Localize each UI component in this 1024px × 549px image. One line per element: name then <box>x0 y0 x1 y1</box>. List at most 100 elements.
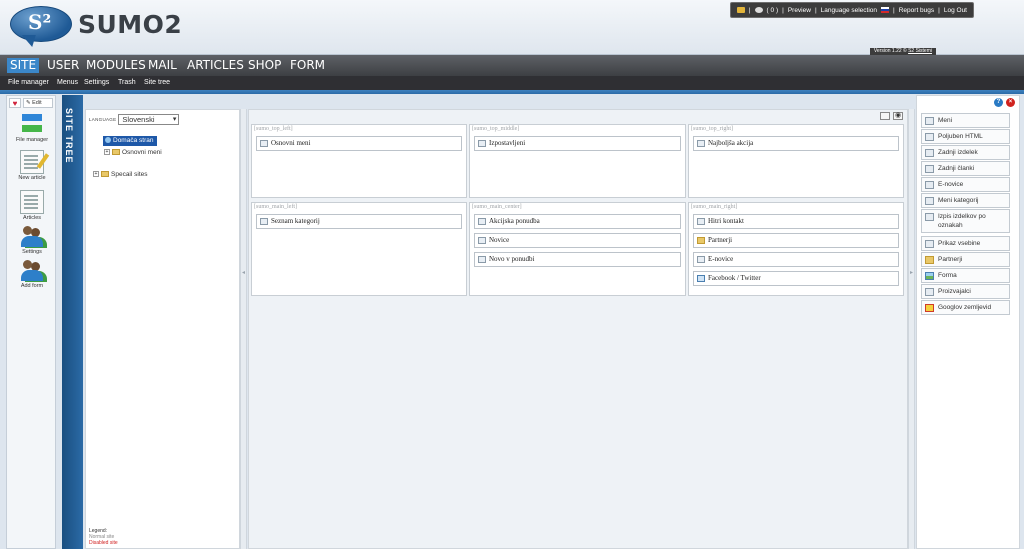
partners-icon <box>925 256 934 264</box>
region-main-center: [sumo_main_center] Akcijska ponudba Novi… <box>469 202 686 296</box>
module-item[interactable]: E-novice <box>693 252 899 267</box>
report-bugs-link[interactable]: Report bugs <box>899 7 934 14</box>
preview-link[interactable]: Preview <box>788 7 811 14</box>
region-top-middle: [sumo_top_middle] Izpostavljeni <box>469 124 686 198</box>
palette-item-label: Zadnji članki <box>938 165 975 172</box>
nav-mail[interactable]: MAIL <box>145 58 180 73</box>
file-manager-tool[interactable]: File manager <box>9 112 55 143</box>
tree-node-home[interactable]: Domača stran <box>103 136 158 146</box>
module-item[interactable]: Seznam kategorij <box>256 214 462 229</box>
close-icon[interactable]: × <box>1006 98 1015 107</box>
module-item[interactable]: Novo v ponudbi <box>474 252 681 267</box>
palette-item[interactable]: Forma <box>921 268 1010 283</box>
module-item[interactable]: Hitri kontakt <box>693 214 899 229</box>
collapse-left-strip[interactable]: ◂ <box>240 109 247 549</box>
file-manager-arrows-icon <box>20 112 44 136</box>
expand-toggle-icon[interactable]: + <box>104 149 110 156</box>
articles-tool[interactable]: Articles <box>9 190 55 221</box>
palette-item-label: Poljuben HTML <box>938 133 983 140</box>
subnav-site-tree[interactable]: Site tree <box>144 78 170 88</box>
module-item[interactable]: Najboljša akcija <box>693 136 899 151</box>
newsletter-module-icon <box>697 256 705 263</box>
social-module-icon <box>697 275 705 282</box>
tree-node-main-menu[interactable]: + Osnovni meni <box>104 149 162 157</box>
palette-item[interactable]: Partnerji <box>921 252 1010 267</box>
region-main-right: [sumo_main_right] Hitri kontakt Partnerj… <box>688 202 904 296</box>
eye-icon[interactable]: ◉ <box>893 112 903 120</box>
main-nav: SITE USER MODULES MAIL ARTICLES SHOP FOR… <box>0 55 1024 76</box>
subnav-menus[interactable]: Menus <box>57 78 78 88</box>
palette-item[interactable]: Zadnji izdelek <box>921 145 1010 160</box>
module-item[interactable]: Facebook / Twitter <box>693 271 899 286</box>
tree-node-special-sites[interactable]: + Specail sites <box>93 171 148 179</box>
palette-item[interactable]: Zadnji članki <box>921 161 1010 176</box>
edit-label: Edit <box>32 100 42 106</box>
palette-item[interactable]: E-novice <box>921 177 1010 192</box>
slovenian-flag-icon[interactable] <box>881 7 890 13</box>
language-select[interactable]: Slovenski <box>118 114 180 125</box>
palette-item[interactable]: Prikaz vsebine <box>921 236 1010 251</box>
expand-toggle-icon[interactable]: + <box>93 171 99 178</box>
folder-icon <box>112 149 120 156</box>
favorites-heart-icon[interactable]: ♥ <box>9 98 21 108</box>
settings-users-icon <box>20 224 44 248</box>
new-article-icon <box>20 150 44 174</box>
module-item[interactable]: Osnovni meni <box>256 136 462 151</box>
subnav-trash[interactable]: Trash <box>118 78 136 88</box>
palette-item-label: E-novice <box>938 181 964 188</box>
palette-item[interactable]: Izpis izdelkov po oznakah <box>921 209 1010 233</box>
nav-site[interactable]: SITE <box>7 58 40 73</box>
messages-count[interactable]: ( 0 ) <box>767 7 779 14</box>
content-icon <box>925 240 934 248</box>
partners-module-icon <box>697 237 705 244</box>
menu-icon <box>925 117 934 125</box>
nav-shop[interactable]: SHOP <box>245 58 284 73</box>
language-selection-link[interactable]: Language selection <box>821 7 877 14</box>
module-label: Izpostavljeni <box>489 139 526 147</box>
region-main-left: [sumo_main_left] Seznam kategorij <box>251 202 467 296</box>
separator: | <box>938 6 940 14</box>
subnav-settings[interactable]: Settings <box>84 78 109 88</box>
nav-modules[interactable]: MODULES <box>83 58 149 73</box>
nav-form[interactable]: FORM <box>287 58 328 73</box>
version-link[interactable]: S2 Sistemi <box>908 48 932 54</box>
palette-item[interactable]: Meni <box>921 113 1010 128</box>
help-icon[interactable]: ? <box>994 98 1003 107</box>
add-form-tool[interactable]: Add form <box>9 258 55 289</box>
palette-item[interactable]: Googlov zemljevid <box>921 300 1010 315</box>
region-label: [sumo_top_left] <box>254 126 293 132</box>
settings-tool[interactable]: Settings <box>9 224 55 255</box>
palette-item-label: Zadnji izdelek <box>938 149 978 156</box>
edit-button[interactable]: ✎ Edit <box>23 98 53 108</box>
module-label: Osnovni meni <box>271 139 311 147</box>
module-item[interactable]: Partnerji <box>693 233 899 248</box>
category-menu-icon <box>925 197 934 205</box>
manufacturer-icon <box>925 288 934 296</box>
article-module-icon <box>478 237 486 244</box>
tree-node-label: Specail sites <box>111 171 148 178</box>
palette-item[interactable]: Proizvajalci <box>921 284 1010 299</box>
site-tree-tab[interactable]: SITE TREE <box>62 95 83 549</box>
layout-grid-icon[interactable] <box>880 112 890 120</box>
palette-item[interactable]: Poljuben HTML <box>921 129 1010 144</box>
log-out-link[interactable]: Log Out <box>944 7 967 14</box>
region-label: [sumo_top_right] <box>691 126 733 132</box>
messages-icon[interactable] <box>754 7 763 13</box>
legend-disabled: Disabled site <box>89 540 118 546</box>
module-item[interactable]: Izpostavljeni <box>474 136 681 151</box>
home-icon[interactable] <box>736 7 745 13</box>
collapse-left-arrow-icon: ◂ <box>242 270 246 276</box>
module-item[interactable]: Akcijska ponudba <box>474 214 681 229</box>
subnav-file-manager[interactable]: File manager <box>8 78 49 88</box>
palette-item-label: Izpis izdelkov po oznakah <box>938 213 986 229</box>
palette-item[interactable]: Meni kategorij <box>921 193 1010 208</box>
collapse-right-strip[interactable]: ▸ <box>908 109 915 549</box>
module-item[interactable]: Novice <box>474 233 681 248</box>
logo[interactable]: S² SUMO2 <box>10 6 182 48</box>
header: S² SUMO2 | ( 0 ) | Preview | Language se… <box>0 0 1024 55</box>
nav-articles[interactable]: ARTICLES <box>184 58 247 73</box>
new-article-tool[interactable]: New article <box>9 150 55 181</box>
region-label: [sumo_top_middle] <box>472 126 520 132</box>
separator: | <box>748 6 751 14</box>
nav-user[interactable]: USER <box>44 58 82 73</box>
